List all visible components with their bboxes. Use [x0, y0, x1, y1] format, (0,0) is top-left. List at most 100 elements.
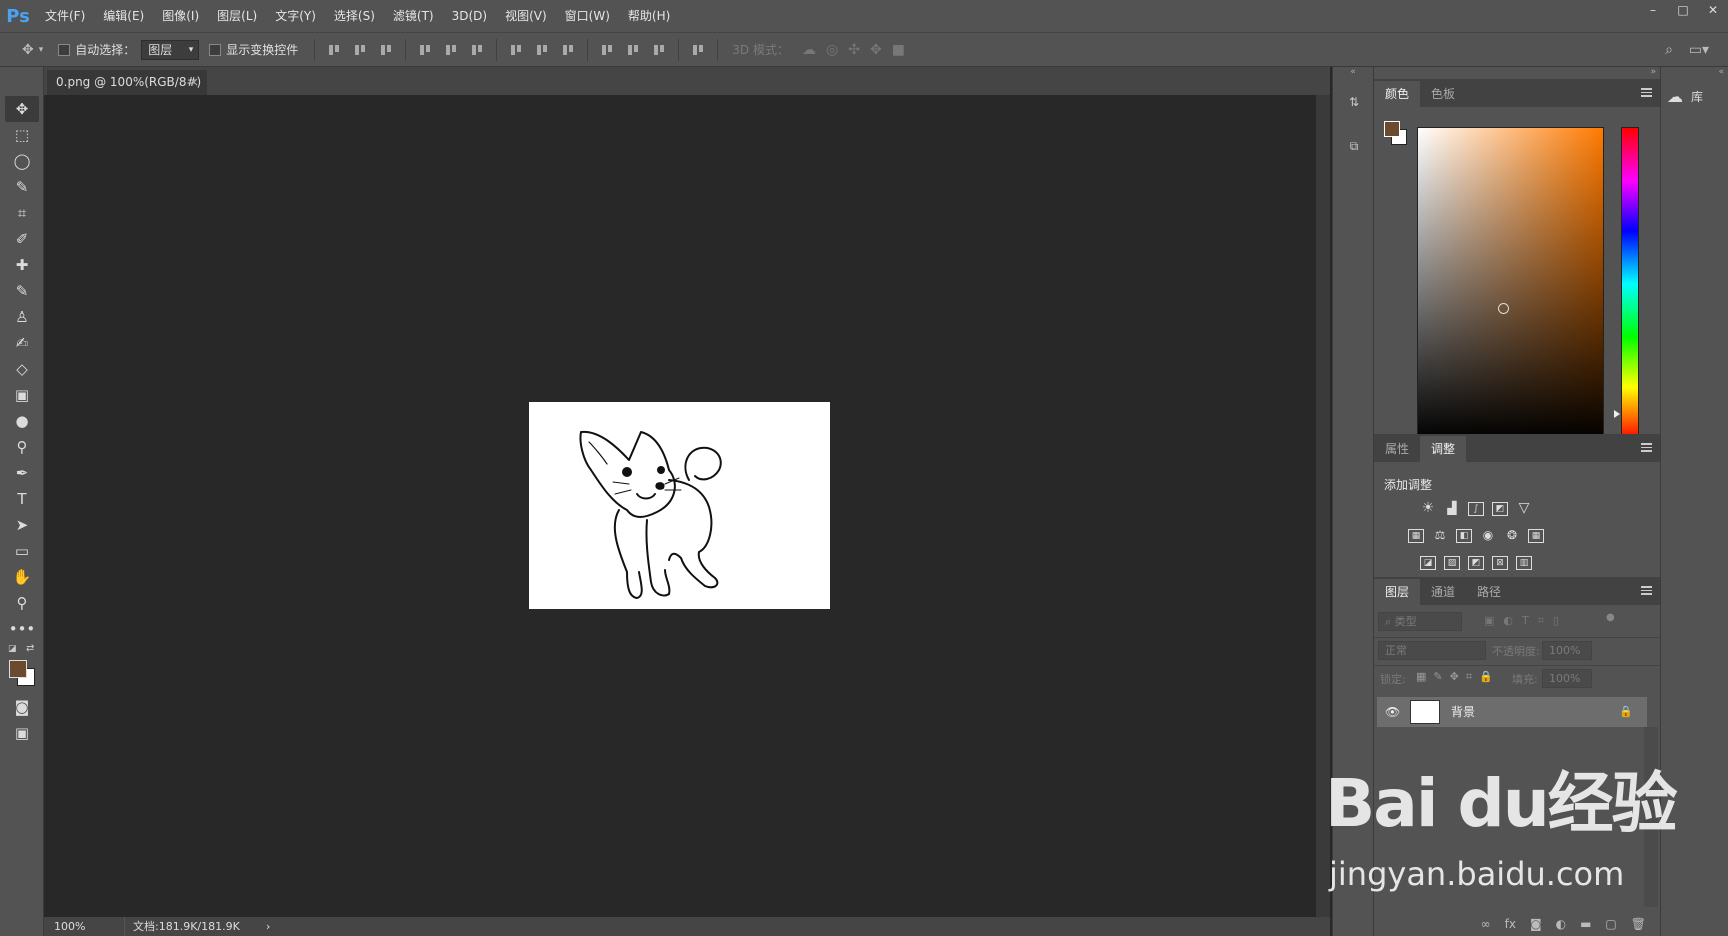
collapse-arrows-icon[interactable]: « — [1333, 67, 1373, 79]
3d-pan-icon[interactable]: ✣ — [848, 42, 860, 58]
hue-slider[interactable] — [1621, 127, 1639, 441]
rectangle-tool-icon[interactable]: ▭ — [5, 538, 39, 564]
color-field[interactable] — [1417, 127, 1604, 441]
more-tools-icon[interactable]: ••• — [5, 616, 39, 642]
selective-color-icon[interactable]: ⊠ — [1492, 556, 1508, 570]
menu-help[interactable]: 帮助(H) — [619, 0, 679, 32]
collapse-arrows-icon[interactable]: « — [1661, 67, 1728, 79]
align-right-icon[interactable] — [470, 43, 484, 57]
minimize-button[interactable]: – — [1638, 0, 1668, 20]
gradient-map-icon[interactable]: ▥ — [1516, 556, 1532, 570]
foreground-color-swatch[interactable] — [9, 660, 27, 678]
3d-roll-icon[interactable]: ◎ — [826, 42, 838, 58]
photo-filter-icon[interactable]: ◉ — [1480, 529, 1496, 543]
tab-channels[interactable]: 通道 — [1420, 579, 1466, 605]
workspace-icon[interactable]: ▭▾ — [1689, 42, 1709, 58]
default-colors-icon[interactable]: ◪ — [8, 644, 17, 654]
screen-mode-icon[interactable]: ▣ — [5, 720, 39, 746]
delete-layer-icon[interactable]: 🗑 — [1631, 917, 1646, 931]
align-hcenter-icon[interactable] — [444, 43, 458, 57]
opacity-input[interactable]: 100% — [1542, 641, 1592, 660]
tab-layers[interactable]: 图层 — [1374, 579, 1421, 605]
channel-mixer-icon[interactable]: ❂ — [1504, 529, 1520, 543]
tab-paths[interactable]: 路径 — [1466, 579, 1512, 605]
new-group-icon[interactable]: ▬ — [1580, 917, 1591, 931]
levels-icon[interactable]: ▟ — [1444, 502, 1460, 516]
close-button[interactable]: ✕ — [1698, 0, 1728, 20]
invert-icon[interactable]: ◪ — [1420, 556, 1436, 570]
quick-mask-icon[interactable]: ◙ — [5, 694, 39, 720]
hue-saturation-icon[interactable]: ▦ — [1408, 529, 1424, 543]
tab-swatches[interactable]: 色板 — [1420, 81, 1466, 107]
link-layers-icon[interactable]: ∞ — [1481, 917, 1491, 931]
canvas-scrollbar[interactable] — [1316, 95, 1330, 917]
3d-camera-icon[interactable]: ■ — [892, 42, 905, 58]
visibility-eye-icon[interactable]: 👁 — [1385, 705, 1400, 719]
blend-mode-select[interactable]: 正常 — [1378, 641, 1486, 660]
filter-toggle-icon[interactable]: ● — [1606, 612, 1615, 623]
vibrance-icon[interactable]: ▽ — [1516, 501, 1532, 516]
panel-menu-icon[interactable] — [1641, 586, 1652, 595]
layer-style-icon[interactable]: fx — [1505, 917, 1516, 931]
distribute-bottom-icon[interactable] — [561, 43, 575, 57]
zoom-tool-icon[interactable]: ⚲ — [5, 590, 39, 616]
eraser-icon[interactable]: ◇ — [5, 356, 39, 382]
tab-color[interactable]: 颜色 — [1374, 81, 1421, 107]
zoom-level[interactable]: 100% — [54, 917, 85, 936]
threshold-icon[interactable]: ◩ — [1468, 556, 1484, 570]
distribute-left-icon[interactable] — [600, 43, 614, 57]
foreground-color-swatch[interactable] — [1384, 121, 1400, 137]
distribute-top-icon[interactable] — [509, 43, 523, 57]
3d-rotate-icon[interactable]: ☁ — [802, 42, 816, 58]
align-left-icon[interactable] — [418, 43, 432, 57]
magic-wand-icon[interactable]: ✎ — [5, 174, 39, 200]
menu-view[interactable]: 视图(V) — [496, 0, 556, 32]
lock-icons[interactable]: ▦✎✥⌗🔒 — [1416, 670, 1500, 684]
add-mask-icon[interactable]: ◙ — [1530, 917, 1542, 931]
exposure-icon[interactable]: ◩ — [1492, 502, 1508, 516]
new-layer-icon[interactable]: ▢ — [1605, 917, 1616, 931]
search-icon[interactable]: ⌕ — [1665, 42, 1673, 58]
gradient-tool-icon[interactable]: ▣ — [5, 382, 39, 408]
fill-input[interactable]: 100% — [1542, 669, 1592, 688]
auto-align-icon[interactable] — [691, 43, 705, 57]
lasso-tool-icon[interactable]: ◯ — [5, 148, 39, 174]
layer-filter-select[interactable]: ⌕ 类型 — [1378, 612, 1462, 631]
close-tab-icon[interactable]: × — [189, 70, 199, 94]
dodge-tool-icon[interactable]: ⚲ — [5, 434, 39, 460]
menu-image[interactable]: 图像(I) — [153, 0, 208, 32]
menu-edit[interactable]: 编辑(E) — [94, 0, 153, 32]
tab-adjustments[interactable]: 调整 — [1420, 436, 1467, 462]
move-tool-icon[interactable]: ✥ — [5, 96, 39, 122]
menu-layer[interactable]: 图层(L) — [208, 0, 266, 32]
crop-tool-icon[interactable]: ⌗ — [5, 200, 39, 226]
layers-scrollbar[interactable] — [1644, 727, 1658, 907]
distribute-right-icon[interactable] — [652, 43, 666, 57]
distribute-vcenter-icon[interactable] — [535, 43, 549, 57]
menu-3d[interactable]: 3D(D) — [443, 0, 496, 32]
align-vcenter-icon[interactable] — [353, 43, 367, 57]
posterize-icon[interactable]: ▨ — [1444, 556, 1460, 570]
menu-filter[interactable]: 滤镜(T) — [384, 0, 443, 32]
show-transform-checkbox[interactable] — [209, 43, 222, 56]
move-tool-icon[interactable]: ✥ — [22, 42, 34, 58]
color-lookup-icon[interactable]: ▦ — [1528, 529, 1544, 543]
collapse-arrows-icon[interactable]: » — [1374, 67, 1660, 79]
clone-stamp-icon[interactable]: ♙ — [5, 304, 39, 330]
layer-filter-icons[interactable]: ▣◐T⌗▯ — [1484, 614, 1568, 628]
color-balance-icon[interactable]: ⚖ — [1432, 529, 1448, 543]
marquee-tool-icon[interactable]: ⬚ — [5, 122, 39, 148]
history-brush-icon[interactable]: ✍ — [5, 330, 39, 356]
hand-tool-icon[interactable]: ✋ — [5, 564, 39, 590]
eyedropper-icon[interactable]: ✐ — [5, 226, 39, 252]
black-white-icon[interactable]: ◧ — [1456, 529, 1472, 543]
curves-icon[interactable]: ∫ — [1468, 502, 1484, 516]
properties-panel-icon[interactable]: ⧉ — [1340, 133, 1368, 161]
adjustment-layer-icon[interactable]: ◐ — [1556, 917, 1566, 931]
hue-slider-handle[interactable] — [1614, 410, 1620, 418]
chevron-down-icon[interactable]: ▾ — [39, 45, 44, 55]
3d-slide-icon[interactable]: ✥ — [870, 42, 882, 58]
document-tab[interactable]: 0.png @ 100%(RGB/8#) × — [47, 70, 207, 95]
align-bottom-icon[interactable] — [379, 43, 393, 57]
brightness-icon[interactable]: ☀ — [1420, 501, 1436, 516]
